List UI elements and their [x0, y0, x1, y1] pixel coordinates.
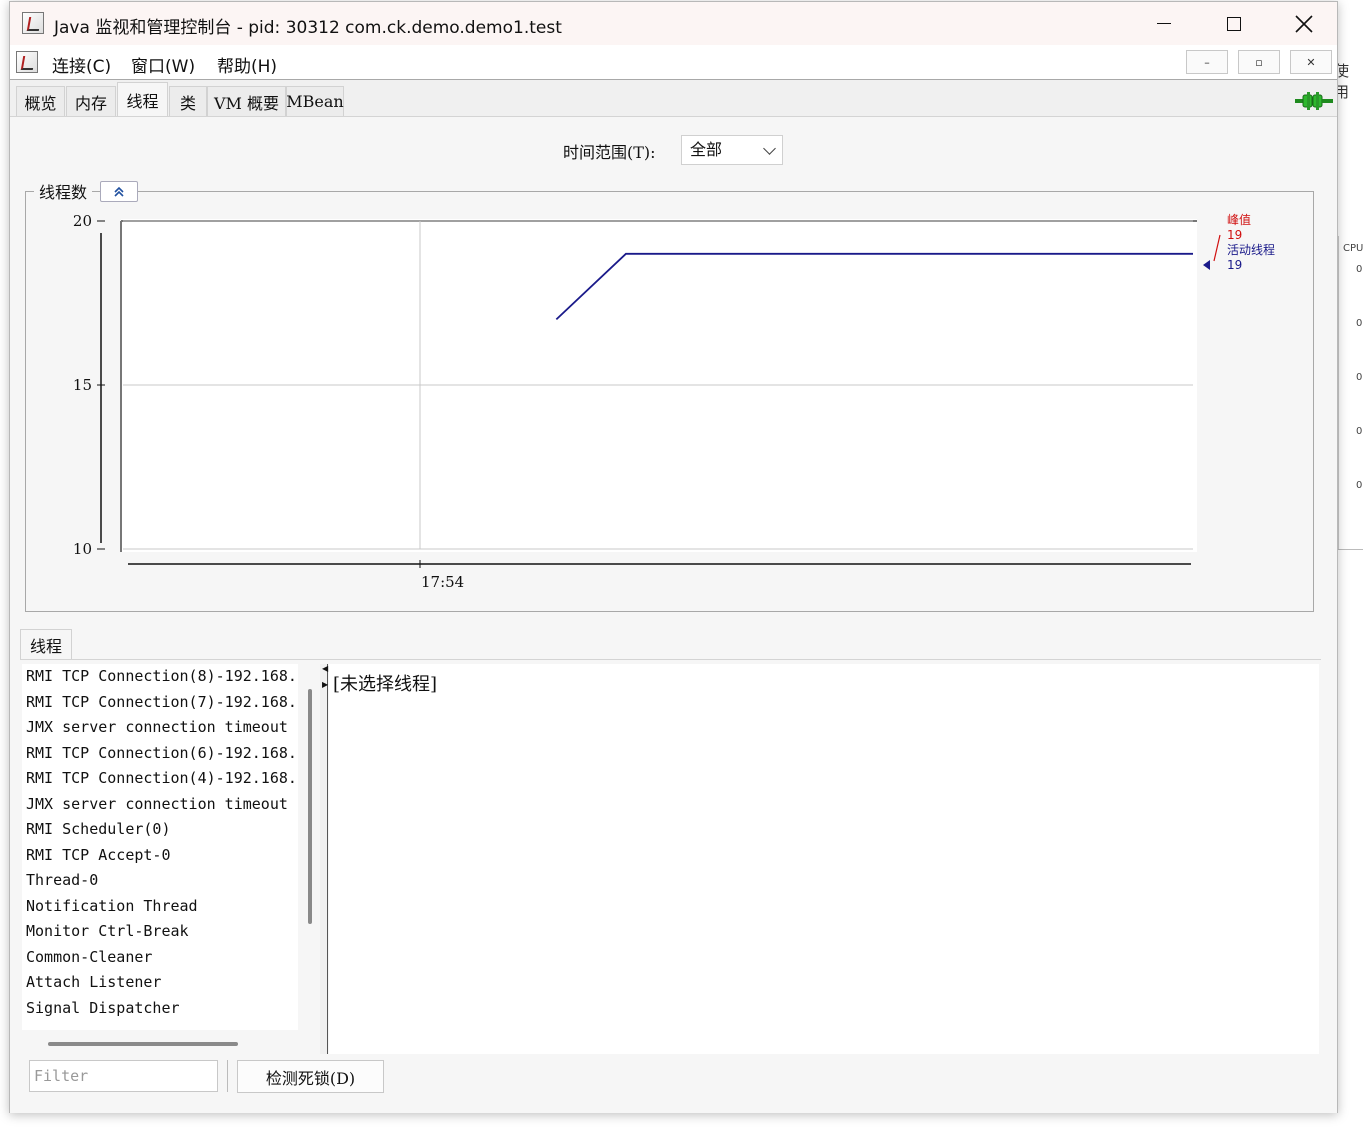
minimize-button[interactable] [1129, 2, 1199, 45]
window-title: Java 监视和管理控制台 - pid: 30312 com.ck.demo.d… [54, 18, 562, 38]
legend-active-marker [1203, 260, 1210, 270]
thread-count-chart: 10152017:54峰值19活动线程19 [73, 212, 1275, 591]
close-button[interactable] [1269, 2, 1339, 45]
title-bar[interactable]: Java 监视和管理控制台 - pid: 30312 com.ck.demo.d… [10, 2, 1337, 45]
thread-detail-text: [未选择线程] [333, 674, 438, 695]
legend-active-value: 19 [1227, 258, 1242, 272]
thread-list-item[interactable]: Notification Thread [22, 894, 298, 920]
tab-bar: 概览 内存 线程 类 VM 概要 MBean [10, 80, 1337, 116]
background-cpu-label: CPU [1343, 243, 1363, 254]
thread-list-item[interactable]: Attach Listener [22, 970, 298, 996]
minimize-icon [1157, 23, 1171, 24]
thread-detail-pane: [未选择线程] [329, 664, 1319, 1054]
background-value: 0 [1356, 480, 1363, 491]
thread-list[interactable]: RMI TCP Connection(8)-192.168. RMI TCP Co… [22, 664, 298, 1030]
thread-list-item[interactable]: RMI TCP Accept-0 [22, 843, 298, 869]
thread-list-item[interactable]: RMI Scheduler(0) [22, 817, 298, 843]
threads-area: RMI TCP Connection(8)-192.168. RMI TCP Co… [20, 659, 1321, 1058]
split-pane-divider[interactable]: ◀ ▶ [320, 664, 328, 1054]
tab-threads[interactable]: 线程 [117, 82, 168, 116]
thread-list-item[interactable]: JMX server connection timeout [22, 715, 298, 741]
java-app-icon [22, 12, 44, 34]
thread-list-item[interactable]: RMI TCP Connection(8)-192.168. [22, 664, 298, 690]
background-value: 0 [1356, 372, 1363, 383]
split-right-arrow-icon[interactable]: ▶ [322, 680, 328, 689]
background-value: 0 [1356, 426, 1363, 437]
maximize-button[interactable] [1199, 2, 1269, 45]
thread-list-item[interactable]: JMX server connection timeout [22, 792, 298, 818]
tab-overview[interactable]: 概览 [16, 86, 65, 116]
y-tick-label: 15 [73, 376, 92, 394]
internal-frame-icon[interactable] [16, 51, 38, 73]
menu-connection[interactable]: 连接(C) [52, 52, 111, 77]
close-icon [1295, 14, 1313, 33]
horizontal-scrollbar-thumb[interactable] [48, 1042, 238, 1046]
thread-list-item[interactable]: Common-Cleaner [22, 945, 298, 971]
thread-list-scrollbar[interactable] [303, 664, 319, 1030]
y-tick-label: 20 [73, 212, 92, 230]
thread-list-item[interactable]: Signal Dispatcher [22, 996, 298, 1022]
tab-memory[interactable]: 内存 [66, 86, 116, 116]
maximize-icon [1227, 16, 1241, 31]
background-value: 0 [1356, 318, 1363, 329]
toolbar-separator [227, 1060, 228, 1092]
thread-list-item[interactable]: Monitor Ctrl-Break [22, 919, 298, 945]
split-left-arrow-icon[interactable]: ◀ [322, 664, 328, 673]
x-tick-label: 17:54 [421, 573, 464, 591]
legend-peak-marker [1213, 234, 1221, 262]
menu-window[interactable]: 窗口(W) [131, 52, 195, 77]
thread-list-item[interactable]: RMI TCP Connection(6)-192.168. [22, 741, 298, 767]
scrollbar-thumb[interactable] [308, 689, 312, 924]
threads-section-tab[interactable]: 线程 [20, 629, 72, 659]
menu-bar: 连接(C) 窗口(W) 帮助(H) – ▫ ✕ [10, 45, 1337, 80]
legend-active-label: 活动线程 [1227, 242, 1275, 257]
y-tick-label: 10 [73, 540, 92, 558]
tab-vm-summary[interactable]: VM 概要 [207, 86, 286, 116]
thread-list-item[interactable]: RMI TCP Connection(4)-192.168. [22, 766, 298, 792]
tab-mbean[interactable]: MBean [286, 86, 344, 116]
jconsole-window: Java 监视和管理控制台 - pid: 30312 com.ck.demo.d… [9, 1, 1338, 1113]
inner-restore-button[interactable]: ▫ [1238, 50, 1280, 74]
thread-list-item[interactable]: Thread-0 [22, 868, 298, 894]
detect-deadlock-button[interactable]: 检测死锁(D) [237, 1060, 384, 1093]
threads-content: 时间范围(T): 全部 线程数 10 15 20 17:54 峰值 19 活动线程 19 线程… [10, 116, 1337, 1113]
inner-minimize-button[interactable]: – [1186, 50, 1228, 74]
legend-peak-value: 19 [1227, 228, 1242, 242]
menu-help[interactable]: 帮助(H) [217, 52, 277, 77]
thread-list-item[interactable]: RMI TCP Connection(7)-192.168. [22, 690, 298, 716]
connection-status-icon[interactable] [1295, 92, 1333, 110]
background-divider [1338, 549, 1363, 550]
filter-input[interactable]: Filter [29, 1060, 218, 1092]
tab-classes[interactable]: 类 [169, 86, 207, 116]
background-value: 0 [1356, 264, 1363, 275]
legend-peak-label: 峰值 [1227, 212, 1251, 227]
background-text: 使用 [1334, 62, 1350, 101]
inner-close-button[interactable]: ✕ [1290, 50, 1332, 74]
